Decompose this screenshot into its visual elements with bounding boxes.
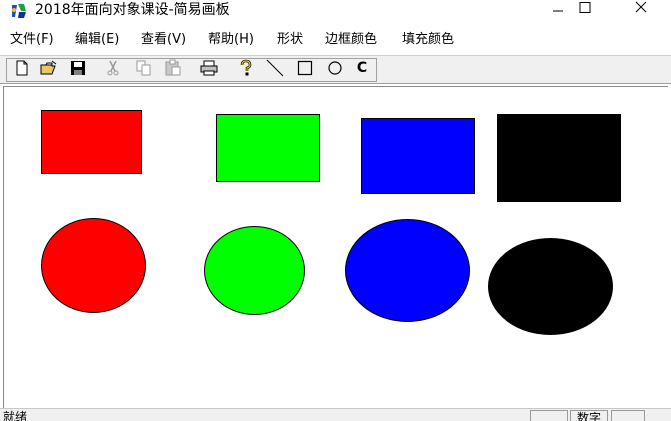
status-pane-scroll (611, 410, 645, 421)
green-ellipse[interactable] (204, 226, 305, 315)
size-grip[interactable] (648, 410, 668, 421)
green-rectangle[interactable] (216, 114, 320, 182)
status-pane-num: 数字 (570, 410, 608, 421)
red-rectangle[interactable] (41, 110, 142, 174)
black-rectangle[interactable] (497, 114, 621, 202)
status-pane-caps (530, 410, 568, 421)
black-ellipse[interactable] (488, 238, 613, 335)
status-text: 就绪 (3, 410, 28, 421)
red-ellipse[interactable] (41, 218, 146, 313)
shapes-layer (41, 110, 621, 335)
blue-ellipse[interactable] (345, 219, 470, 322)
drawing-canvas[interactable] (3, 86, 668, 408)
status-bar: 就绪 数字 (0, 408, 671, 421)
blue-rectangle[interactable] (361, 118, 475, 194)
